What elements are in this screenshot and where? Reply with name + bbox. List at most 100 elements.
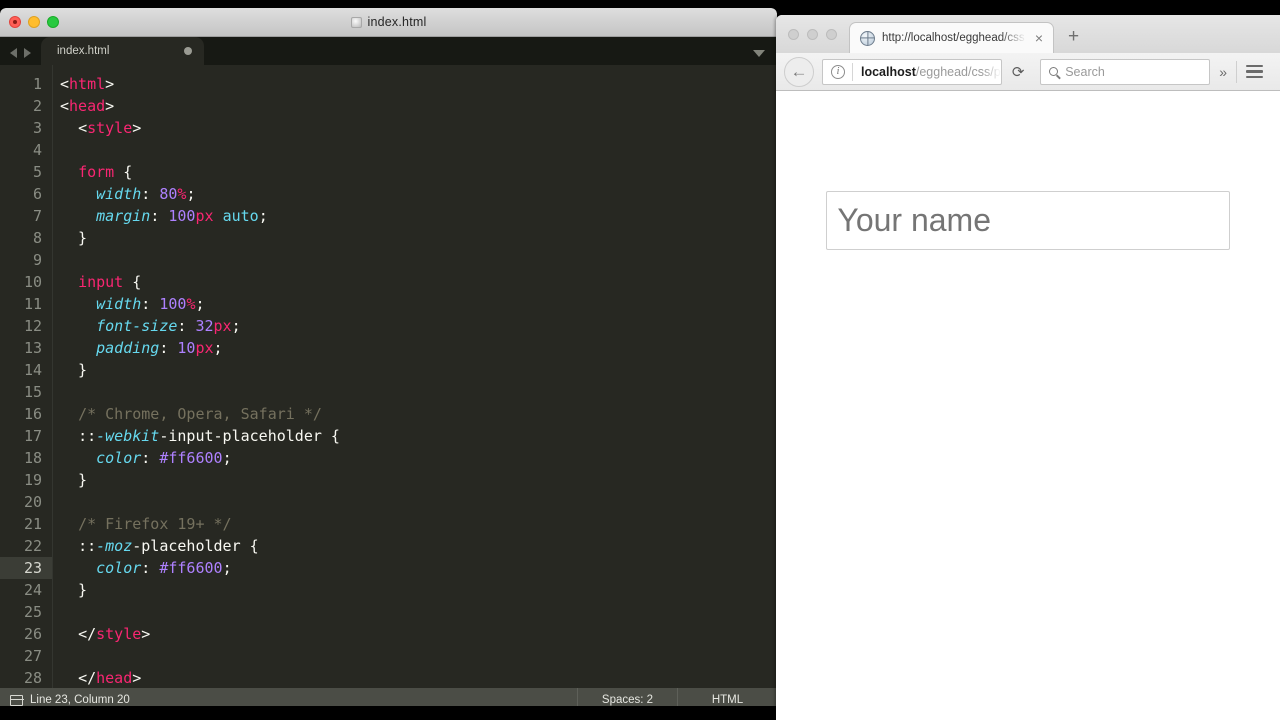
editor-code-area[interactable]: 1 2 3 4 5 6 7 8 9 10 11 12 13 14 15 16 17 18 19 20 21 22 23 24 2…	[0, 65, 777, 688]
line-number: 21	[23, 515, 42, 533]
document-icon	[350, 16, 362, 28]
code-line: }	[60, 361, 88, 379]
globe-icon	[860, 30, 875, 46]
line-number: 9	[32, 251, 42, 269]
overflow-button[interactable]: »	[1210, 64, 1236, 80]
browser-tab-title: http://localhost/egghead/css	[882, 32, 1025, 44]
code-line: width: 80%;	[96, 185, 196, 203]
line-number: 2	[32, 97, 42, 115]
hamburger-icon[interactable]	[1237, 64, 1272, 79]
code-content[interactable]: <html> <head> <style> form { width: 80%; …	[52, 65, 777, 688]
line-number: 13	[23, 339, 42, 357]
line-number: 7	[32, 207, 42, 225]
browser-tab[interactable]: http://localhost/egghead/css ×	[849, 22, 1054, 53]
site-info-icon[interactable]: i	[831, 64, 845, 79]
browser-minimize-button[interactable]	[807, 29, 818, 40]
line-number: 14	[23, 361, 42, 379]
browser-page-content	[776, 191, 1280, 720]
editor-titlebar: index.html	[0, 8, 777, 37]
editor-window-title: index.html	[0, 15, 777, 29]
line-number: 16	[23, 405, 42, 423]
search-icon	[1049, 67, 1059, 76]
code-line: <style>	[78, 119, 142, 137]
line-number: 17	[23, 427, 42, 445]
code-line: margin: 100px auto;	[96, 207, 268, 225]
back-button[interactable]: ←	[784, 56, 814, 87]
url-host: localhost	[861, 64, 916, 79]
code-line: </head>	[78, 669, 142, 687]
line-number: 1	[32, 75, 42, 93]
code-line: /* Firefox 19+ */	[78, 515, 232, 533]
line-number: 25	[23, 603, 42, 621]
line-number: 5	[32, 163, 42, 181]
syntax-mode[interactable]: HTML	[677, 688, 777, 706]
editor-tabbar: index.html	[0, 37, 777, 65]
url-text: localhost/egghead/css/plac	[853, 65, 1001, 79]
code-line: <head>	[60, 97, 115, 115]
code-line: }	[60, 471, 88, 489]
browser-tabstrip: http://localhost/egghead/css × +	[776, 15, 1280, 53]
code-line: width: 100%;	[96, 295, 205, 313]
line-number: 6	[32, 185, 42, 203]
code-line: color: #ff6600;	[96, 559, 232, 577]
line-number: 23	[0, 557, 52, 579]
code-line: padding: 10px;	[96, 339, 223, 357]
code-line: font-size: 32px;	[96, 317, 241, 335]
line-number-gutter: 1 2 3 4 5 6 7 8 9 10 11 12 13 14 15 16 17 18 19 20 21 22 23 24 2…	[0, 65, 52, 688]
indentation-setting[interactable]: Spaces: 2	[577, 688, 677, 706]
name-input[interactable]	[826, 191, 1230, 250]
statusbar-left: Line 23, Column 20	[0, 694, 130, 706]
line-number: 22	[23, 537, 42, 555]
code-line: /* Chrome, Opera, Safari */	[78, 405, 322, 423]
search-bar[interactable]: Search	[1040, 58, 1211, 85]
browser-maximize-button[interactable]	[826, 29, 837, 40]
reload-button[interactable]: ⟳	[1004, 63, 1032, 81]
editor-statusbar: Line 23, Column 20 Spaces: 2 HTML	[0, 688, 777, 706]
new-tab-button[interactable]: +	[1054, 27, 1091, 53]
line-number: 10	[23, 273, 42, 291]
line-number: 18	[23, 449, 42, 467]
browser-close-button[interactable]	[788, 29, 799, 40]
triangle-left-icon[interactable]	[10, 48, 17, 58]
browser-window: http://localhost/egghead/css × + ← i loc…	[776, 15, 1280, 720]
statusbar-right: Spaces: 2 HTML	[577, 688, 777, 706]
editor-window-title-text: index.html	[367, 15, 427, 29]
search-placeholder: Search	[1065, 64, 1105, 79]
text-editor-window: index.html index.html 1 2 3 4 5 6 7 8 9 10 11 12 13 1…	[0, 8, 777, 706]
chevron-down-icon[interactable]	[753, 50, 765, 57]
line-number: 3	[32, 119, 42, 137]
triangle-right-icon[interactable]	[24, 48, 31, 58]
line-number: 20	[23, 493, 42, 511]
panel-icon[interactable]	[9, 694, 24, 706]
url-path: /egghead/css/plac	[915, 64, 1001, 79]
browser-window-controls[interactable]	[776, 29, 849, 53]
line-number: 27	[23, 647, 42, 665]
tab-nav-arrows[interactable]	[0, 48, 41, 65]
editor-tab-index-html[interactable]: index.html	[41, 37, 204, 65]
code-line: </style>	[78, 625, 151, 643]
code-line: <html>	[60, 75, 115, 93]
name-form	[826, 191, 1230, 250]
line-number: 11	[23, 295, 42, 313]
line-number: 19	[23, 471, 42, 489]
close-icon[interactable]: ×	[1033, 31, 1045, 45]
line-number: 12	[23, 317, 42, 335]
line-number: 8	[32, 229, 42, 247]
code-line: }	[60, 229, 88, 247]
line-number: 4	[32, 141, 42, 159]
code-line: input {	[78, 273, 142, 291]
browser-navbar: ← i localhost/egghead/css/plac ⟳ Search …	[776, 53, 1280, 91]
line-number: 24	[23, 581, 42, 599]
line-number: 26	[23, 625, 42, 643]
url-bar[interactable]: i localhost/egghead/css/plac	[822, 58, 1003, 85]
screen: index.html index.html 1 2 3 4 5 6 7 8 9 10 11 12 13 1…	[0, 0, 1280, 720]
unsaved-changes-icon	[184, 47, 192, 55]
line-number: 28	[23, 669, 42, 687]
code-line: color: #ff6600;	[96, 449, 232, 467]
line-number: 15	[23, 383, 42, 401]
